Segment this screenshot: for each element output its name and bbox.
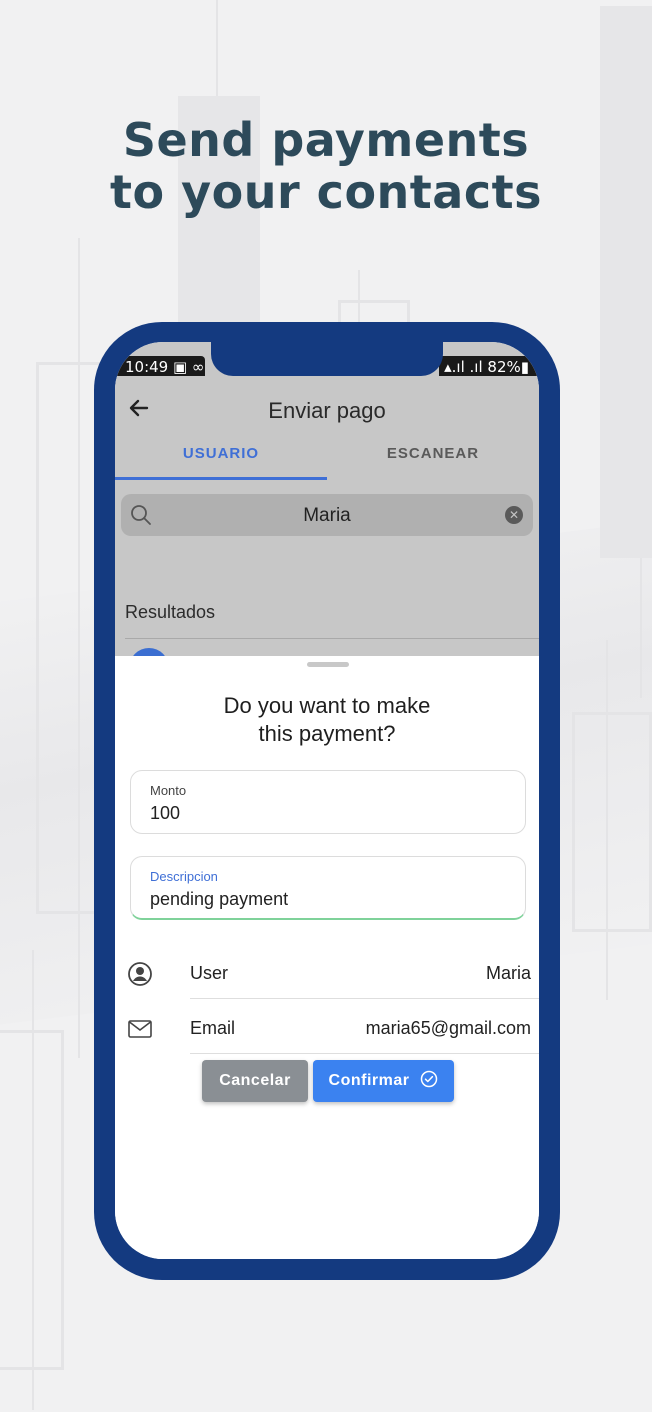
divider <box>190 998 539 999</box>
email-label: Email <box>190 1018 236 1038</box>
status-time: 10:49 ▣ ∞ <box>125 358 205 376</box>
camera-notch <box>211 342 443 376</box>
results-heading: Resultados <box>125 602 216 622</box>
search-input[interactable]: Maria ✕ <box>121 494 533 536</box>
divider <box>190 1053 539 1054</box>
amount-field[interactable]: Monto 100 <box>130 770 526 834</box>
headline: Send payments to your contacts <box>0 114 652 218</box>
tab-escanear[interactable]: ESCANEAR <box>327 438 539 480</box>
headline-line-2: to your contacts <box>110 165 542 219</box>
confirm-payment-sheet: Do you want to make this payment? Monto … <box>115 656 539 1259</box>
email-value: maria65@gmail.com <box>365 1018 531 1038</box>
user-value: Maria <box>485 963 531 983</box>
check-circle-icon <box>421 1070 438 1088</box>
description-value: pending payment <box>150 889 289 909</box>
mail-icon <box>128 1020 152 1038</box>
user-row: User Maria <box>115 945 539 999</box>
amount-label: Monto <box>150 783 187 798</box>
confirm-button-label: Confirmar <box>328 1072 410 1089</box>
divider <box>125 638 539 639</box>
sheet-drag-handle[interactable] <box>307 662 349 667</box>
phone-frame: 10:49 ▣ ∞ ▴.ıl .ıl 82%▮ Enviar pago USUA… <box>94 322 560 1280</box>
tab-usuario[interactable]: USUARIO <box>115 438 327 480</box>
phone-screen: 10:49 ▣ ∞ ▴.ıl .ıl 82%▮ Enviar pago USUA… <box>115 342 539 1259</box>
app-bar: Enviar pago <box>115 378 539 434</box>
user-circle-icon <box>128 962 152 986</box>
tab-bar: USUARIO ESCANEAR <box>115 438 539 480</box>
user-label: User <box>190 963 229 983</box>
description-label: Descripcion <box>150 869 218 884</box>
page-title: Enviar pago <box>268 398 386 423</box>
cancel-button[interactable]: Cancelar <box>202 1060 308 1102</box>
sheet-title: Do you want to make this payment? <box>223 693 431 746</box>
email-row: Email maria65@gmail.com <box>115 1000 539 1054</box>
clear-icon[interactable]: ✕ <box>505 506 523 524</box>
description-field[interactable]: Descripcion pending payment <box>130 856 526 920</box>
cancel-button-label: Cancelar <box>219 1072 291 1089</box>
search-value: Maria <box>303 505 351 526</box>
amount-value: 100 <box>150 803 181 823</box>
confirm-button[interactable]: Confirmar <box>313 1060 454 1102</box>
headline-line-1: Send payments <box>122 113 530 167</box>
status-indicators: ▴.ıl .ıl 82%▮ <box>444 358 529 376</box>
